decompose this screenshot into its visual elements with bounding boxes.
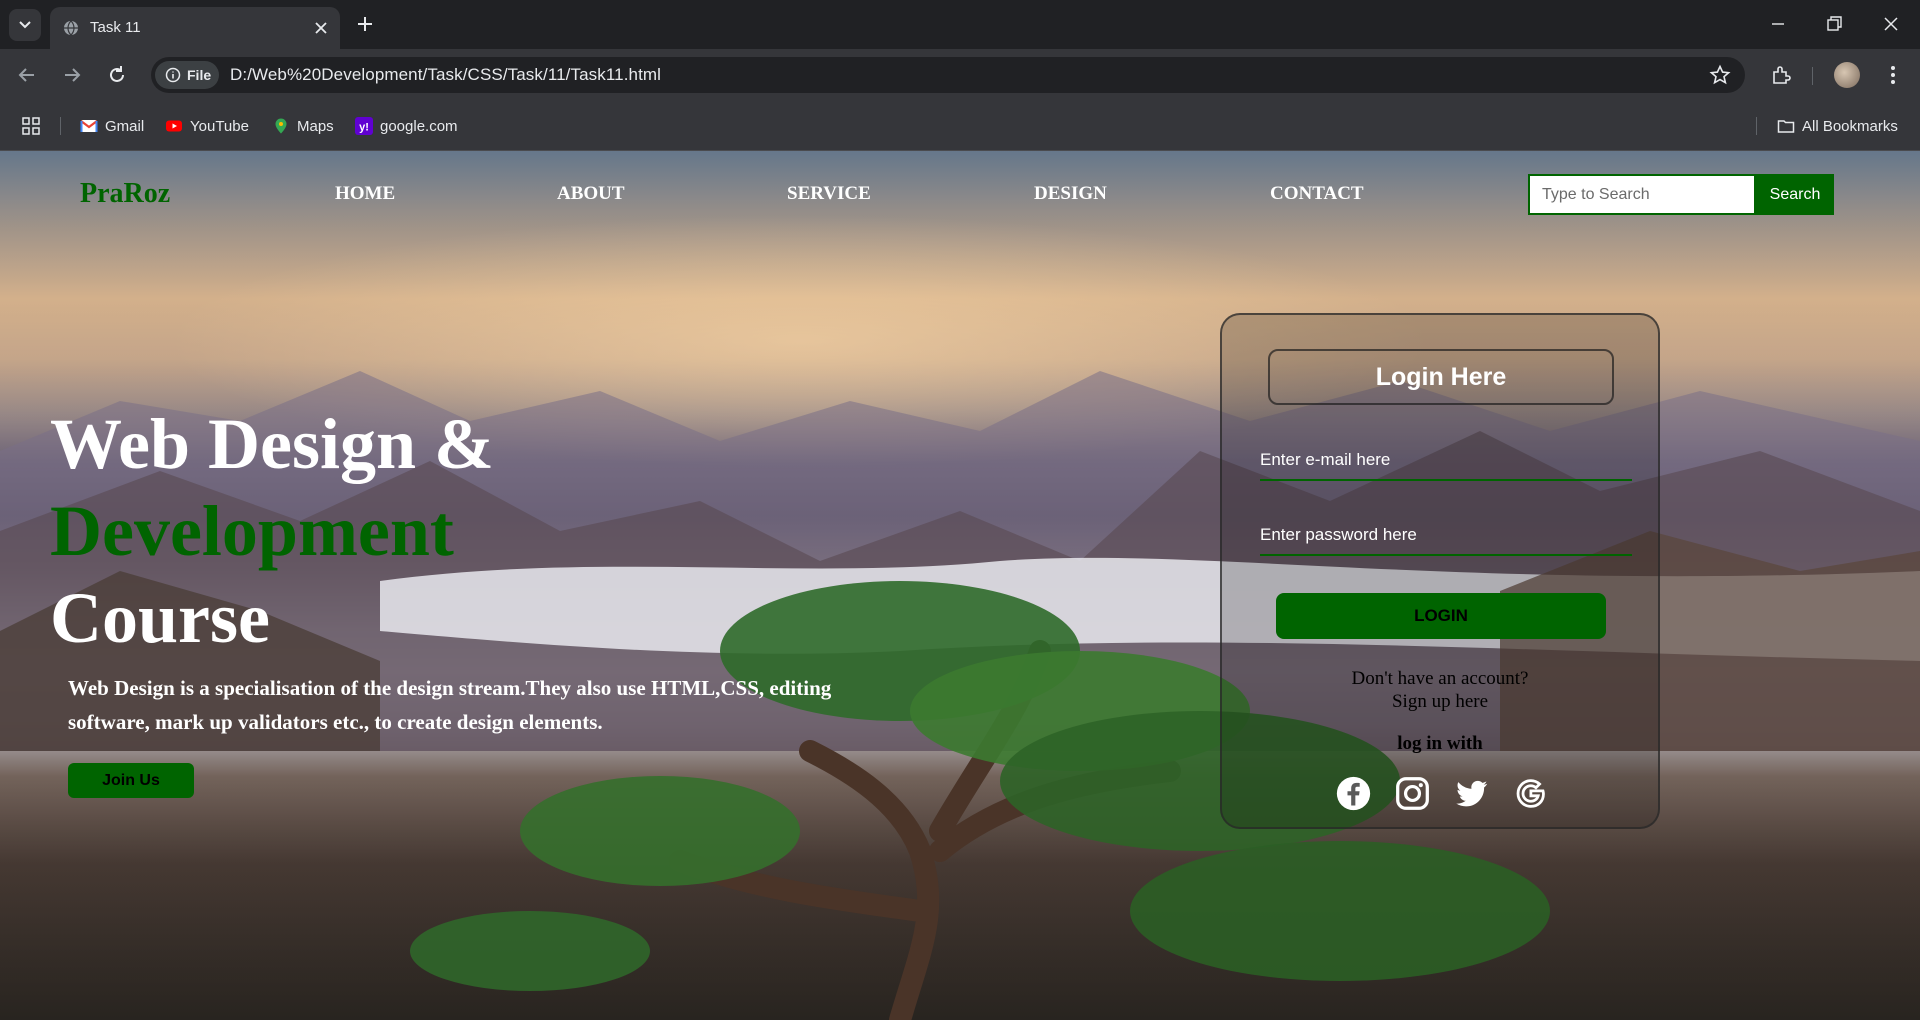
search-input[interactable] xyxy=(1528,174,1756,215)
hero-line-1: Web Design & xyxy=(50,404,495,484)
social-login-icons xyxy=(1332,775,1552,815)
nav-contact[interactable]: CONTACT xyxy=(1270,183,1364,205)
yahoo-icon: y! xyxy=(355,117,373,135)
nav-design[interactable]: DESIGN xyxy=(1034,183,1107,205)
facebook-icon[interactable] xyxy=(1335,775,1372,812)
svg-text:y!: y! xyxy=(359,122,369,134)
folder-icon xyxy=(1777,120,1795,133)
tab-bar: Task 11 xyxy=(0,0,1920,49)
bookmarks-bar: Gmail YouTube Maps y! google.com All Boo… xyxy=(0,101,1920,151)
info-icon xyxy=(165,67,181,83)
all-bookmarks[interactable]: All Bookmarks xyxy=(1777,116,1898,136)
apps-grid-icon[interactable] xyxy=(22,117,40,135)
url-text[interactable]: D:/Web%20Development/Task/CSS/Task/11/Ta… xyxy=(230,65,661,85)
toolbar-separator xyxy=(1812,67,1813,85)
browser-tab[interactable]: Task 11 xyxy=(50,7,340,49)
search-button[interactable]: Search xyxy=(1756,174,1834,215)
bookmark-youtube[interactable]: YouTube xyxy=(165,116,249,136)
web-page: PraRoz HOME ABOUT SERVICE DESIGN CONTACT… xyxy=(0,151,1920,1020)
email-field[interactable] xyxy=(1260,441,1632,481)
maps-pin-icon xyxy=(275,118,287,134)
new-tab-icon[interactable] xyxy=(355,14,375,34)
login-button[interactable]: LOGIN xyxy=(1276,593,1606,639)
login-title: Login Here xyxy=(1268,349,1614,405)
site-chip-label: File xyxy=(187,67,212,83)
signup-link[interactable]: Sign up here xyxy=(1222,691,1658,713)
youtube-icon xyxy=(166,120,182,132)
site-info-chip[interactable]: File xyxy=(155,61,219,89)
join-us-button[interactable]: Join Us xyxy=(68,763,194,798)
twitter-icon[interactable] xyxy=(1453,775,1490,812)
bookmark-google[interactable]: y! google.com xyxy=(355,116,458,136)
hero-heading: Web Design & Development Course xyxy=(50,401,494,662)
back-arrow-icon[interactable] xyxy=(16,64,38,86)
nav-home[interactable]: HOME xyxy=(335,183,395,205)
tab-title: Task 11 xyxy=(90,19,141,36)
brand-logo[interactable]: PraRoz xyxy=(80,178,170,210)
login-card: Login Here LOGIN Don't have an account? … xyxy=(1220,313,1660,829)
hero-line-2: Development xyxy=(50,491,454,571)
bookmarks-separator xyxy=(60,117,61,135)
bookmark-label: google.com xyxy=(380,117,458,135)
login-with-label: log in with xyxy=(1397,733,1483,754)
reload-icon[interactable] xyxy=(106,64,128,86)
password-field[interactable] xyxy=(1260,516,1632,556)
globe-icon xyxy=(64,20,78,36)
bookmark-label: Maps xyxy=(297,117,334,135)
instagram-icon[interactable] xyxy=(1394,775,1431,812)
bookmark-gmail[interactable]: Gmail xyxy=(80,116,144,136)
forward-arrow-icon[interactable] xyxy=(61,64,83,86)
gmail-icon xyxy=(80,120,98,132)
no-account-text: Don't have an account? xyxy=(1351,668,1529,689)
bookmark-star-icon[interactable] xyxy=(1709,64,1731,86)
bookmark-label: Gmail xyxy=(105,117,145,135)
hero-description: Web Design is a specialisation of the de… xyxy=(68,676,832,734)
more-menu-icon[interactable] xyxy=(1882,64,1904,86)
hero-line-3: Course xyxy=(50,578,270,658)
address-bar[interactable]: File D:/Web%20Development/Task/CSS/Task/… xyxy=(151,57,1745,93)
tab-search-button[interactable] xyxy=(9,9,41,41)
restore-icon[interactable] xyxy=(1824,14,1844,34)
minimize-icon[interactable] xyxy=(1768,14,1788,34)
close-window-icon[interactable] xyxy=(1881,14,1901,34)
browser-toolbar: File D:/Web%20Development/Task/CSS/Task/… xyxy=(0,49,1920,101)
close-tab-icon[interactable] xyxy=(312,19,330,37)
bookmark-label: YouTube xyxy=(190,117,249,135)
nav-service[interactable]: SERVICE xyxy=(787,183,871,205)
extensions-icon[interactable] xyxy=(1770,64,1792,86)
bookmark-maps[interactable]: Maps xyxy=(272,116,334,136)
profile-avatar[interactable] xyxy=(1834,62,1860,88)
chevron-down-icon xyxy=(19,21,31,29)
bookmarks-separator xyxy=(1756,117,1757,135)
google-icon[interactable] xyxy=(1512,775,1549,812)
nav-about[interactable]: ABOUT xyxy=(557,183,625,205)
all-bookmarks-label: All Bookmarks xyxy=(1802,117,1898,135)
